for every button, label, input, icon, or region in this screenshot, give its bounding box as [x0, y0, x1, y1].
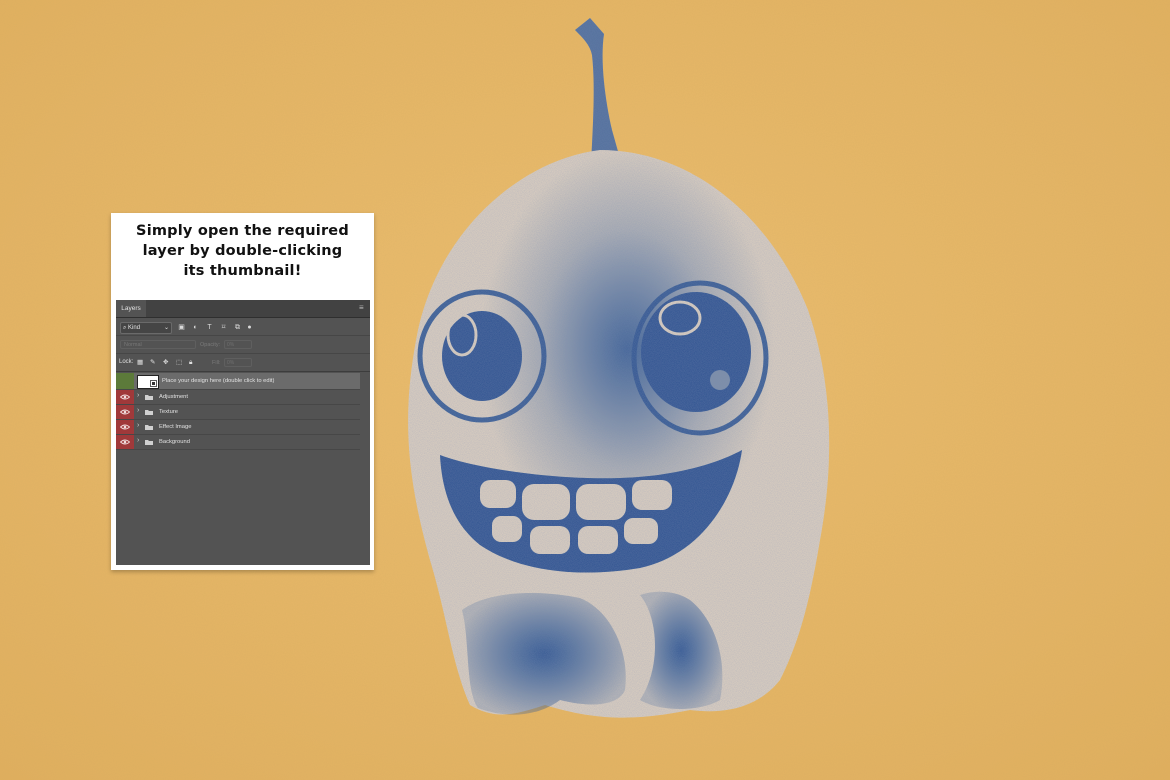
fill-label: Fill:: [212, 360, 221, 366]
adjustment-filter-icon[interactable]: ◐: [192, 324, 199, 331]
layer-row-group[interactable]: › Texture: [116, 405, 360, 420]
layer-name: Effect Image: [159, 424, 192, 430]
layer-name: Place your design here (double click to …: [162, 378, 275, 384]
opacity-label: Opacity:: [200, 342, 221, 348]
filter-toggle-icon[interactable]: ●: [246, 324, 253, 331]
type-filter-icon[interactable]: T: [206, 324, 213, 331]
panel-tab-bar: Layers ≡: [116, 300, 370, 318]
lock-artboard-icon[interactable]: ⬚: [176, 359, 182, 366]
folder-icon: [145, 410, 153, 415]
layer-filter-row: ⌕ Kind ⌄ ▣ ◐ T ⌑ ⧉ ●: [116, 318, 370, 336]
blend-row: Normal Opacity: 0%: [116, 336, 370, 354]
opacity-input[interactable]: 0%: [224, 340, 252, 349]
filter-kind-select[interactable]: ⌕ Kind ⌄: [120, 322, 172, 334]
chevron-down-icon: ⌄: [163, 325, 169, 331]
eye-icon: [120, 394, 130, 400]
image-filter-icon[interactable]: ▣: [178, 324, 185, 331]
visibility-toggle[interactable]: [116, 405, 134, 419]
shape-filter-icon[interactable]: ⌑: [220, 324, 227, 331]
visibility-toggle[interactable]: [116, 420, 134, 434]
blend-mode-select[interactable]: Normal: [120, 340, 196, 349]
layer-row-group[interactable]: › Effect Image: [116, 420, 360, 435]
layer-name: Adjustment: [159, 394, 188, 400]
sand-monster-illustration: [408, 18, 830, 718]
smart-object-filter-icon[interactable]: ⧉: [234, 324, 241, 331]
layer-row-smart-object[interactable]: Place your design here (double click to …: [116, 373, 360, 390]
folder-icon: [145, 440, 153, 445]
instruction-card: Simply open the required layer by double…: [111, 213, 374, 570]
chevron-right-icon[interactable]: ›: [137, 422, 139, 429]
lock-label: Lock:: [119, 359, 134, 365]
layer-name: Background: [159, 439, 190, 445]
layers-panel: Layers ≡ ⌕ Kind ⌄ ▣ ◐ T ⌑ ⧉ ● Normal Opa…: [116, 300, 370, 565]
chevron-right-icon[interactable]: ›: [137, 392, 139, 399]
layer-row-group[interactable]: › Adjustment: [116, 390, 360, 405]
folder-icon: [145, 395, 153, 400]
instruction-line-1: Simply open the required: [136, 223, 349, 239]
layer-row-group[interactable]: › Background: [116, 435, 360, 450]
layer-name: Texture: [159, 409, 179, 415]
instruction-line-2: layer by double-clicking: [142, 243, 343, 259]
filter-kind-value: Kind: [128, 325, 141, 331]
lock-move-icon[interactable]: ✥: [163, 359, 168, 366]
lock-row: Lock: ▦ ✎ ✥ ⬚ 🔒︎ Fill: 0%: [116, 354, 370, 372]
lock-paint-icon[interactable]: ✎: [150, 359, 155, 366]
visibility-toggle[interactable]: [116, 390, 134, 404]
chevron-right-icon[interactable]: ›: [137, 437, 139, 444]
smart-object-icon: [150, 380, 157, 387]
search-icon: ⌕: [123, 325, 127, 331]
eye-icon: [120, 439, 130, 445]
lock-all-icon[interactable]: 🔒︎: [189, 359, 192, 366]
smart-object-thumbnail[interactable]: [137, 375, 159, 389]
visibility-toggle[interactable]: [116, 435, 134, 449]
instruction-line-3: its thumbnail!: [183, 263, 302, 279]
eye-icon: [120, 409, 130, 415]
eye-icon: [120, 424, 130, 430]
visibility-toggle[interactable]: [116, 373, 134, 389]
folder-icon: [145, 425, 153, 430]
chevron-right-icon[interactable]: ›: [137, 407, 139, 414]
panel-menu-icon[interactable]: ≡: [359, 304, 366, 312]
fill-input[interactable]: 0%: [224, 358, 252, 367]
lock-pixels-icon[interactable]: ▦: [137, 359, 143, 366]
instruction-heading: Simply open the required layer by double…: [119, 221, 366, 281]
tab-layers[interactable]: Layers: [116, 300, 146, 317]
